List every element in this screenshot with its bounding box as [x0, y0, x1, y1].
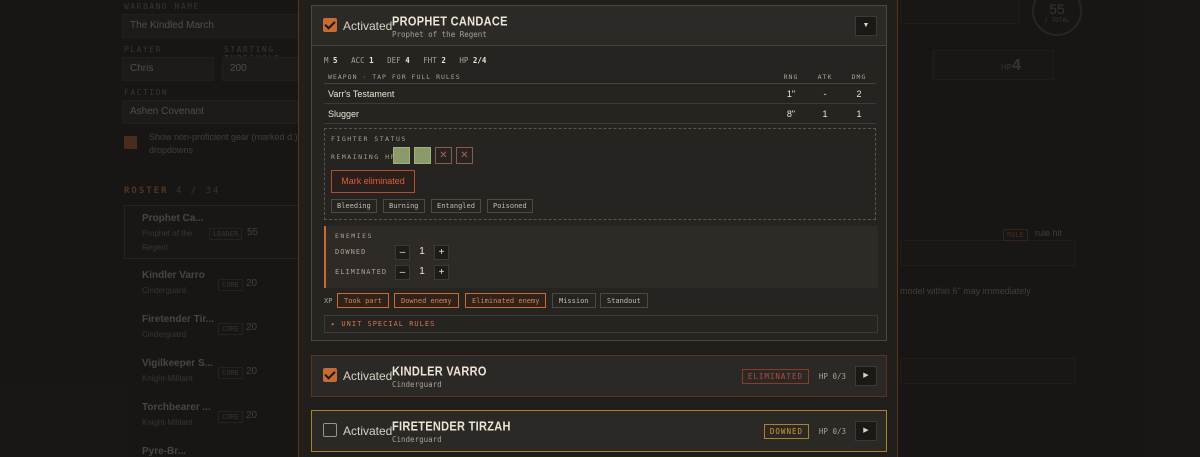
stat-hp-label: HP — [459, 56, 469, 65]
col-rng: RNG — [783, 73, 799, 81]
enemies-section: ENEMIES DOWNED – 1 + ELIMINATED – 1 + — [324, 226, 878, 288]
collapse-button[interactable]: ▼ — [855, 16, 877, 36]
xp-eliminated-enemy[interactable]: Eliminated enemy — [465, 293, 547, 308]
remaining-hp-label: REMAINING HP — [331, 153, 396, 161]
stat-hp-value: 2/4 — [472, 56, 487, 65]
downed-label: DOWNED — [335, 248, 367, 256]
status-badge: DOWNED — [763, 424, 809, 439]
fighter-card-header[interactable]: Activated PROPHET CANDACE Prophet of the… — [312, 6, 886, 46]
xp-mission[interactable]: Mission — [552, 293, 596, 308]
weapon-atk: - — [823, 89, 827, 99]
stat-def-label: DEF — [387, 56, 401, 65]
weapon-rng: 1" — [786, 89, 796, 99]
eliminated-decrement-button[interactable]: – — [395, 265, 410, 280]
enemies-label: ENEMIES — [335, 232, 373, 240]
condition-bleeding[interactable]: Bleeding — [331, 199, 377, 213]
fighter-subtitle: Cinderguard — [392, 435, 442, 444]
col-dmg: DMG — [851, 73, 867, 81]
condition-burning[interactable]: Burning — [383, 199, 425, 213]
weapon-table-header: WEAPON · TAP FOR FULL RULES RNG ATK DMG — [324, 72, 876, 84]
fighter-name: PROPHET CANDACE — [392, 15, 508, 29]
status-badge: ELIMINATED — [741, 369, 809, 384]
stat-def-value: 4 — [405, 56, 410, 65]
activated-checkbox[interactable] — [323, 368, 337, 382]
hp-box-lost[interactable]: ✕ — [456, 147, 473, 164]
stat-acc-label: ACC — [351, 56, 365, 65]
weapon-header-label: WEAPON · TAP FOR FULL RULES — [328, 73, 461, 81]
fighter-card-prophet-candace: Activated PROPHET CANDACE Prophet of the… — [311, 5, 887, 341]
fighter-name: FIRETENDER TIRZAH — [392, 420, 511, 434]
fighter-card-kindler-varro[interactable]: Activated KINDLER VARRO Cinderguard ELIM… — [311, 355, 887, 397]
fighter-stats: M 5 ACC 1 DEF 4 FHT 2 HP 2/4 — [324, 56, 495, 65]
hp-box-full[interactable] — [414, 147, 431, 164]
weapon-rng: 8" — [786, 109, 796, 119]
eliminated-count: 1 — [419, 266, 425, 277]
stat-m-value: 5 — [333, 56, 338, 65]
expand-button[interactable]: ▶ — [855, 421, 877, 441]
fighter-card-header[interactable]: Activated FIRETENDER TIRZAH Cinderguard … — [312, 411, 886, 451]
battle-tracker-modal: Activated PROPHET CANDACE Prophet of the… — [298, 0, 898, 457]
xp-label: XP — [324, 297, 333, 305]
eliminated-label: ELIMINATED — [335, 268, 388, 276]
col-atk: ATK — [817, 73, 833, 81]
expand-button[interactable]: ▶ — [855, 366, 877, 386]
xp-standout[interactable]: Standout — [600, 293, 648, 308]
hp-box-full[interactable] — [393, 147, 410, 164]
fighter-status-label: FIGHTER STATUS — [331, 135, 407, 143]
eliminated-increment-button[interactable]: + — [434, 265, 449, 280]
weapon-dmg: 2 — [856, 89, 862, 99]
condition-entangled[interactable]: Entangled — [431, 199, 481, 213]
downed-count: 1 — [419, 246, 425, 257]
stat-acc-value: 1 — [369, 56, 374, 65]
stat-fht-label: FHT — [423, 56, 437, 65]
fighter-card-firetender-tirzah[interactable]: Activated FIRETENDER TIRZAH Cinderguard … — [311, 410, 887, 452]
fighter-name: KINDLER VARRO — [392, 365, 487, 379]
hp-box-lost[interactable]: ✕ — [435, 147, 452, 164]
mark-eliminated-button[interactable]: Mark eliminated — [331, 170, 415, 193]
activated-label: Activated — [343, 424, 393, 438]
unit-special-rules-toggle[interactable]: ▸ UNIT SPECIAL RULES — [324, 315, 878, 333]
weapon-table: WEAPON · TAP FOR FULL RULES RNG ATK DMG … — [324, 72, 876, 124]
weapon-atk: 1 — [822, 109, 828, 119]
fighter-hp: HP 0/3 — [818, 427, 846, 436]
xp-downed-enemy[interactable]: Downed enemy — [394, 293, 459, 308]
stat-fht-value: 2 — [441, 56, 446, 65]
fighter-hp: HP 0/3 — [818, 372, 846, 381]
fighter-subtitle: Cinderguard — [392, 380, 442, 389]
weapon-dmg: 1 — [856, 109, 862, 119]
activated-checkbox[interactable] — [323, 423, 337, 437]
fighter-status-section: FIGHTER STATUS REMAINING HP ✕ ✕ Mark eli… — [324, 128, 876, 220]
weapon-row[interactable]: Varr's Testament 1" - 2 — [324, 84, 876, 104]
weapon-row[interactable]: Slugger 8" 1 1 — [324, 104, 876, 124]
fighter-subtitle: Prophet of the Regent — [392, 30, 487, 39]
fighter-card-header[interactable]: Activated KINDLER VARRO Cinderguard ELIM… — [312, 356, 886, 396]
stat-m-label: M — [324, 56, 329, 65]
downed-increment-button[interactable]: + — [434, 245, 449, 260]
condition-poisoned[interactable]: Poisoned — [487, 199, 533, 213]
activated-label: Activated — [343, 369, 393, 383]
weapon-name: Varr's Testament — [328, 89, 395, 99]
activated-checkbox[interactable] — [323, 18, 337, 32]
weapon-name: Slugger — [328, 109, 360, 119]
downed-decrement-button[interactable]: – — [395, 245, 410, 260]
activated-label: Activated — [343, 19, 393, 33]
xp-took-part[interactable]: Took part — [337, 293, 389, 308]
